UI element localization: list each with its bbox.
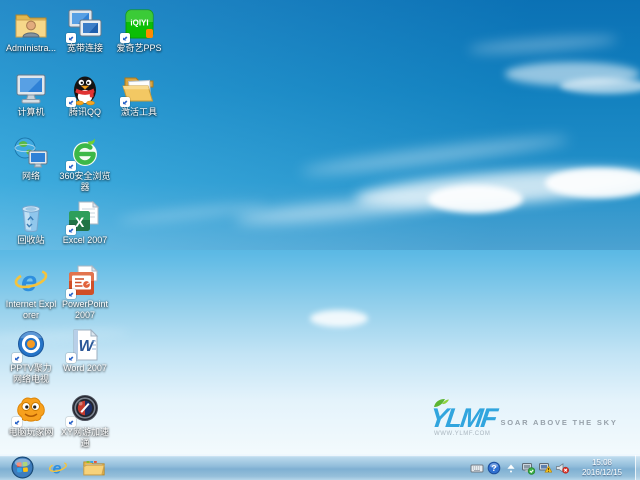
- internet-explorer-icon: e: [49, 460, 67, 477]
- desktop-icon-pptv[interactable]: PPTV聚力 网络电视: [4, 325, 58, 389]
- desktop-icon-computer[interactable]: 计算机: [4, 69, 58, 133]
- recycle-bin-icon: [21, 205, 41, 233]
- svg-text:X: X: [75, 214, 85, 230]
- desktop-icon-tencent-qq[interactable]: 腾讯QQ: [58, 69, 112, 133]
- clock-date: 2016/12/15: [581, 467, 623, 477]
- desktop-icon-network[interactable]: 网络: [4, 133, 58, 197]
- leaf-icon: [434, 399, 449, 407]
- icon-label: 爱奇艺PPS: [116, 43, 162, 53]
- shortcut-arrow-icon: [66, 417, 76, 427]
- icon-label: Excel 2007: [62, 235, 108, 245]
- cloud-decoration: [310, 310, 368, 327]
- network-globe-icon: [14, 137, 48, 168]
- shortcut-arrow-icon: [120, 97, 130, 107]
- icon-label: XY网游加速通: [60, 427, 109, 448]
- network-status-ok-icon[interactable]: [521, 461, 535, 475]
- icon-label: PPTV聚力 网络电视: [10, 363, 52, 384]
- computer-icon: [16, 74, 46, 104]
- shortcut-arrow-icon: [12, 417, 22, 427]
- ylmf-watermark: YLMF SOAR ABOVE THE SKY WWW.YLMF.COM: [427, 399, 630, 437]
- volume-muted-icon[interactable]: [555, 461, 569, 475]
- desktop-icon-grid: Administra... 计算机 网络 回收站 e Internet Expl…: [4, 5, 166, 453]
- icon-label: PowerPoint 2007: [61, 299, 109, 320]
- desktop-icon-recycle-bin[interactable]: 回收站: [4, 197, 58, 261]
- desktop-icon-360-browser[interactable]: 360安全浏览器: [58, 133, 112, 197]
- svg-text:iQIYI: iQIYI: [130, 19, 148, 28]
- taskbar-explorer-button[interactable]: [82, 456, 106, 480]
- icon-label: 回收站: [17, 235, 45, 245]
- icon-label: 电脑玩家网: [8, 427, 54, 437]
- desktop-icon-internet-explorer[interactable]: e Internet Explorer: [4, 261, 58, 325]
- svg-text:?: ?: [491, 463, 496, 473]
- show-hidden-icons-chevron[interactable]: [504, 461, 518, 475]
- windows-explorer-folder-icon: [83, 461, 105, 476]
- user-folder-icon: [15, 14, 47, 38]
- taskbar-ie-button[interactable]: e: [47, 456, 69, 480]
- shortcut-arrow-icon: [12, 353, 22, 363]
- shortcut-arrow-icon: [120, 33, 130, 43]
- shortcut-arrow-icon: [66, 97, 76, 107]
- desktop-icon-word-2007[interactable]: W Word 2007: [58, 325, 112, 389]
- taskbar-clock[interactable]: 15:08 2016/12/15: [572, 458, 632, 477]
- show-desktop-button[interactable]: [635, 455, 640, 480]
- icon-label: 腾讯QQ: [68, 107, 101, 117]
- desktop-icon-pc-player[interactable]: 电脑玩家网: [4, 389, 58, 453]
- icon-column-1: Administra... 计算机 网络 回收站 e Internet Expl…: [4, 5, 58, 453]
- taskbar: e ? 15:08 2016/12/15: [0, 454, 640, 480]
- desktop-icon-broadband[interactable]: 宽带连接: [58, 5, 112, 69]
- input-indicator-icon[interactable]: [470, 461, 484, 475]
- ie-icon: e: [14, 266, 48, 298]
- shortcut-arrow-icon: [66, 161, 76, 171]
- icon-label: 激活工具: [120, 107, 157, 117]
- icon-label: Internet Explorer: [5, 299, 57, 320]
- ylmf-logo: YLMF: [427, 403, 498, 433]
- icon-column-2: 宽带连接 腾讯QQ 360安全浏览器 X Excel 2007 PowerPoi…: [58, 5, 112, 453]
- desktop-wallpaper[interactable]: Administra... 计算机 网络 回收站 e Internet Expl…: [0, 0, 640, 455]
- icon-label: 计算机: [17, 107, 45, 117]
- svg-text:e: e: [21, 266, 37, 298]
- icon-label: 360安全浏览器: [59, 171, 111, 192]
- shortcut-arrow-icon: [66, 33, 76, 43]
- desktop-icon-excel-2007[interactable]: X Excel 2007: [58, 197, 112, 261]
- desktop-icon-administrator[interactable]: Administra...: [4, 5, 58, 69]
- icon-label: Word 2007: [63, 363, 107, 373]
- start-button[interactable]: [11, 456, 34, 479]
- clock-time: 15:08: [591, 458, 613, 467]
- svg-text:e: e: [53, 460, 62, 477]
- action-center-warning-icon[interactable]: [538, 461, 552, 475]
- shortcut-arrow-icon: [66, 225, 76, 235]
- desktop-icon-iqiyi-pps[interactable]: iQIYI 爱奇艺PPS: [112, 5, 166, 69]
- system-tray: ? 15:08 2016/12/15: [470, 455, 640, 480]
- icon-label: 宽带连接: [66, 43, 103, 53]
- shortcut-arrow-icon: [66, 289, 76, 299]
- shortcut-arrow-icon: [66, 353, 76, 363]
- icon-label: 网络: [21, 171, 40, 181]
- help-icon[interactable]: ?: [487, 461, 501, 475]
- icon-column-3: iQIYI 爱奇艺PPS 激活工具: [112, 5, 166, 453]
- desktop-icon-activation-tools[interactable]: 激活工具: [112, 69, 166, 133]
- desktop-icon-powerpoint-2007[interactable]: PowerPoint 2007: [58, 261, 112, 325]
- icon-label: Administra...: [5, 43, 56, 53]
- desktop-icon-xy-app[interactable]: XY网游加速通: [58, 389, 112, 453]
- ylmf-slogan: SOAR ABOVE THE SKY: [500, 418, 618, 427]
